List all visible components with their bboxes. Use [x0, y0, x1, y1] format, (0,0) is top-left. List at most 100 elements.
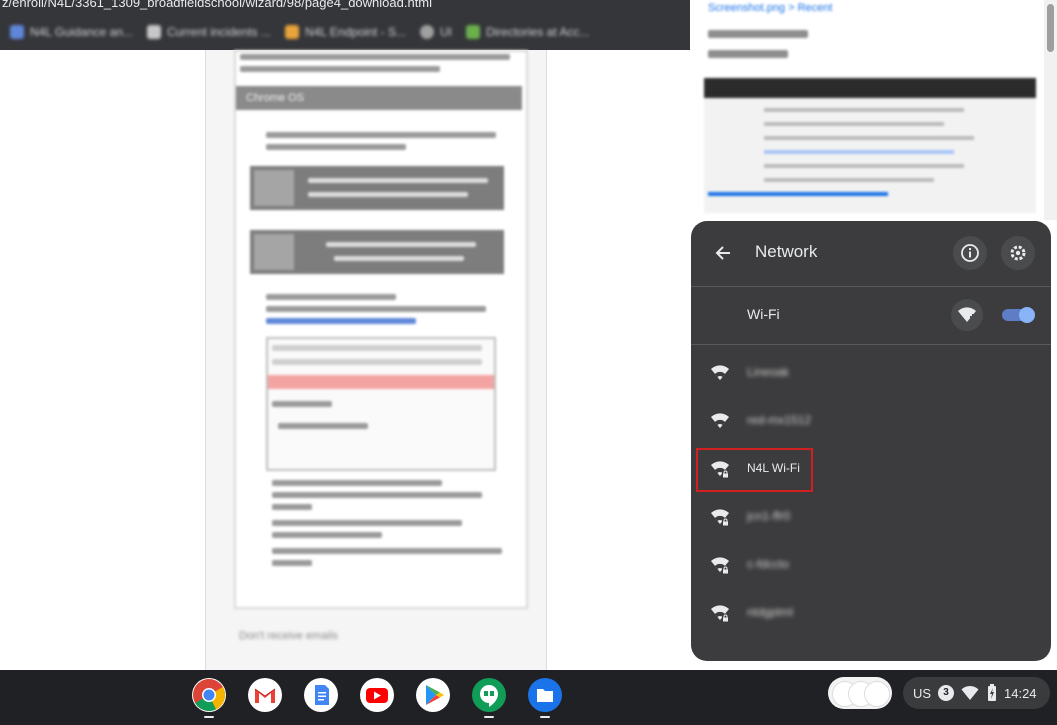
wifi-status-icon	[961, 685, 979, 700]
bookmark-label: Current incidents ...	[166, 25, 272, 39]
bookmark-favicon-icon	[285, 25, 300, 39]
files-icon	[537, 689, 553, 702]
section-heading: Chrome OS	[236, 86, 522, 110]
step-2-subtext	[334, 256, 464, 261]
text-line	[272, 520, 462, 526]
bookmark-favicon-icon	[10, 25, 24, 39]
holding-space-thumbnail	[864, 681, 890, 707]
bookmark-item[interactable]: UI	[419, 25, 452, 39]
text-line	[272, 480, 442, 486]
image-preview: Screenshot.png > Recent	[690, 0, 1044, 220]
text-line	[272, 532, 382, 538]
battery-charging-icon	[988, 684, 996, 701]
step-1-subtext	[308, 192, 468, 197]
panel-header: Network	[691, 221, 1051, 285]
text-line	[764, 164, 964, 168]
bookmark-item[interactable]: N4L Endpoint - S...	[285, 25, 406, 39]
play-store-app-button[interactable]	[416, 678, 450, 712]
network-item[interactable]: jcn1-ffr0	[691, 493, 1051, 541]
bookmark-favicon-icon	[465, 25, 480, 39]
text-line	[764, 178, 934, 182]
network-name: ntdgptml	[747, 605, 794, 619]
wifi-toggle[interactable]	[1002, 307, 1035, 323]
network-name: jcn1-ffr0	[747, 509, 791, 523]
network-name: c-fdccto	[747, 557, 790, 571]
network-name: Lineoak	[747, 365, 790, 379]
text-line	[240, 66, 440, 72]
text-line	[764, 122, 944, 126]
bookmark-label: Directories at Acc...	[485, 25, 590, 39]
text-line	[764, 150, 954, 154]
shelf: US 3 14:24	[0, 670, 1057, 725]
back-button[interactable]	[707, 237, 739, 269]
network-name: red-mx1512	[747, 413, 812, 427]
document-link[interactable]	[266, 318, 416, 324]
page-scrollbar[interactable]	[1044, 0, 1057, 220]
notification-count-badge: 3	[938, 685, 954, 701]
text-line	[278, 423, 368, 429]
preview-link[interactable]: Screenshot.png > Recent	[708, 2, 832, 14]
text-line	[272, 492, 482, 498]
running-indicator	[484, 716, 494, 718]
text-line	[764, 108, 964, 112]
text-line	[272, 401, 332, 407]
network-item[interactable]: red-mx1512	[691, 397, 1051, 445]
wifi-secured-icon	[711, 557, 729, 574]
text-line	[266, 144, 406, 150]
bookmark-item[interactable]: Current incidents ...	[146, 25, 272, 39]
text-line	[266, 132, 496, 138]
info-button[interactable]	[953, 236, 987, 270]
chrome-app-button[interactable]	[192, 678, 226, 712]
status-area[interactable]: US 3 14:24	[903, 677, 1050, 709]
running-indicator	[540, 716, 550, 718]
bookmark-label: N4L Endpoint - S...	[305, 25, 406, 39]
text-line	[272, 345, 482, 351]
back-arrow-icon	[715, 246, 730, 260]
wifi-row: Wi-Fi	[691, 287, 1051, 343]
url-text: z/enroll/N4L/3361_1309_broadfieldschool/…	[2, 0, 433, 10]
youtube-icon	[366, 688, 388, 703]
preview-screenshot	[704, 78, 1036, 213]
text-line	[764, 136, 974, 140]
panel-title: Network	[755, 242, 818, 261]
text-line	[708, 30, 808, 38]
scrollbar-thumb[interactable]	[1047, 4, 1054, 52]
step-2-text	[326, 242, 476, 247]
wifi-secured-icon	[711, 605, 729, 622]
step-image	[254, 170, 294, 206]
toggle-knob	[1019, 307, 1035, 323]
bookmark-label: UI	[439, 25, 452, 39]
wifi-add-icon	[958, 307, 976, 322]
youtube-app-button[interactable]	[360, 678, 394, 712]
info-icon	[961, 244, 979, 262]
highlight-band	[268, 375, 494, 389]
chrome-icon	[193, 679, 225, 711]
network-panel: Network Wi-Fi Lineoak red-mx1512 N4L Wi-…	[691, 221, 1051, 661]
network-item[interactable]: c-fdccto	[691, 541, 1051, 589]
network-item[interactable]: ntdgptml	[691, 589, 1051, 637]
running-indicator	[204, 716, 214, 718]
step-1-text	[308, 178, 488, 183]
files-app-button[interactable]	[528, 678, 562, 712]
clock: 14:24	[1004, 686, 1037, 701]
gmail-app-button[interactable]	[248, 678, 282, 712]
text-line	[240, 54, 510, 60]
join-network-button[interactable]	[951, 299, 983, 331]
holding-space-tray[interactable]	[828, 677, 892, 709]
document-page: Chrome OS Don't receive emails	[205, 50, 547, 670]
address-bar[interactable]: z/enroll/N4L/3361_1309_broadfieldschool/…	[0, 0, 692, 14]
docs-app-button[interactable]	[304, 678, 338, 712]
wifi-icon	[711, 365, 729, 380]
network-item[interactable]: Lineoak	[691, 349, 1051, 397]
wifi-secured-icon	[711, 509, 729, 526]
text-line	[272, 504, 312, 510]
divider	[691, 344, 1051, 345]
step-image	[254, 234, 294, 270]
document-footer: Don't receive emails	[239, 630, 338, 642]
settings-button[interactable]	[1001, 236, 1035, 270]
bookmark-item[interactable]: N4L Guidance an...	[10, 25, 133, 39]
hangouts-app-button[interactable]	[472, 678, 506, 712]
text-line	[266, 294, 396, 300]
gmail-icon	[254, 688, 276, 703]
bookmark-item[interactable]: Directories at Acc...	[465, 25, 590, 39]
